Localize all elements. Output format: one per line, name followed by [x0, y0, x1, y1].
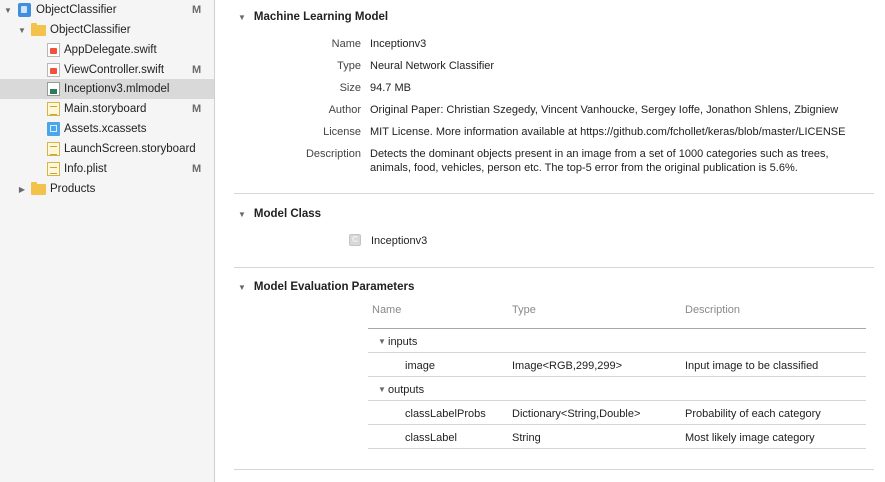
- storyboard-file-icon: [47, 142, 60, 156]
- param-name: classLabelProbs: [405, 408, 486, 420]
- property-label-license: License: [323, 126, 361, 138]
- row-divider: [368, 424, 866, 425]
- nav-item-main-storyboard[interactable]: Main.storyboard M: [0, 99, 214, 119]
- property-label-description: Description: [305, 148, 361, 160]
- swift-file-icon: [47, 43, 60, 57]
- modified-badge: M: [192, 103, 202, 115]
- mlmodel-editor: ▼ Machine Learning Model Name Inceptionv…: [216, 0, 885, 482]
- disclosure-open-icon[interactable]: ▼: [238, 13, 246, 22]
- nav-item-label: ObjectClassifier: [50, 24, 131, 36]
- plist-file-icon: [47, 162, 60, 176]
- column-header-type[interactable]: Type: [512, 304, 536, 316]
- nav-item-appdelegate[interactable]: AppDelegate.swift: [0, 40, 214, 60]
- nav-item-label: AppDelegate.swift: [64, 44, 157, 56]
- property-value-type: Neural Network Classifier: [370, 60, 495, 72]
- nav-item-label: Info.plist: [64, 163, 107, 175]
- nav-item-viewcontroller[interactable]: ViewController.swift M: [0, 60, 214, 80]
- disclosure-open-icon[interactable]: ▼: [378, 337, 386, 346]
- nav-item-info-plist[interactable]: Info.plist M: [0, 159, 214, 179]
- param-type: String: [512, 432, 541, 444]
- row-divider: [368, 400, 866, 401]
- section-title: Machine Learning Model: [253, 11, 389, 23]
- section-title: Model Class: [253, 208, 322, 220]
- nav-item-label: ViewController.swift: [64, 64, 165, 76]
- property-value-name: Inceptionv3: [370, 38, 427, 50]
- property-value-size: 94.7 MB: [370, 82, 411, 94]
- folder-icon: [31, 23, 46, 36]
- section-divider: [234, 469, 874, 470]
- mlmodel-file-icon: [47, 82, 60, 96]
- project-navigator: ▼ ObjectClassifier M ▼ ObjectClassifier …: [0, 0, 215, 482]
- table-header-divider: [368, 328, 866, 329]
- param-type: Dictionary<String,Double>: [512, 408, 641, 420]
- nav-item-label: Inceptionv3.mlmodel: [64, 83, 170, 95]
- modified-badge: M: [192, 64, 202, 76]
- disclosure-open-icon[interactable]: ▼: [3, 6, 13, 15]
- storyboard-file-icon: [47, 102, 60, 116]
- param-name: image: [405, 360, 435, 372]
- property-label-size: Size: [339, 82, 361, 94]
- modified-badge: M: [192, 163, 202, 175]
- disclosure-open-icon[interactable]: ▼: [378, 385, 386, 394]
- disclosure-open-icon[interactable]: ▼: [238, 210, 246, 219]
- property-label-name: Name: [331, 38, 361, 50]
- property-value-author: Original Paper: Christian Szegedy, Vince…: [370, 104, 839, 116]
- section-header-evaluation[interactable]: ▼ Model Evaluation Parameters: [238, 281, 414, 293]
- folder-icon: [31, 182, 46, 195]
- disclosure-open-icon[interactable]: ▼: [238, 283, 246, 292]
- nav-item-label: Products: [50, 183, 96, 195]
- asset-catalog-icon: [47, 122, 60, 136]
- property-value-license: MIT License. More information available …: [370, 126, 846, 138]
- nav-item-label: LaunchScreen.storyboard: [64, 143, 196, 155]
- group-label-outputs[interactable]: outputs: [388, 384, 424, 396]
- section-header-model-class[interactable]: ▼ Model Class: [238, 208, 321, 220]
- section-divider: [234, 193, 874, 194]
- section-divider: [234, 267, 874, 268]
- column-header-description[interactable]: Description: [685, 304, 740, 316]
- nav-item-project[interactable]: ▼ ObjectClassifier M: [0, 0, 214, 20]
- nav-item-assets[interactable]: Assets.xcassets: [0, 119, 214, 139]
- row-divider: [368, 376, 866, 377]
- modified-badge: M: [192, 4, 202, 16]
- nav-item-label: ObjectClassifier: [36, 4, 117, 16]
- disclosure-closed-icon[interactable]: ▶: [17, 185, 27, 194]
- section-title: Model Evaluation Parameters: [253, 281, 415, 293]
- property-value-description: Detects the dominant objects present in …: [370, 148, 829, 160]
- nav-item-label: Assets.xcassets: [64, 123, 147, 135]
- class-icon: C: [349, 234, 361, 246]
- model-class-name[interactable]: Inceptionv3: [371, 235, 427, 247]
- column-header-name[interactable]: Name: [372, 304, 401, 316]
- group-label-inputs[interactable]: inputs: [388, 336, 417, 348]
- property-label-author: Author: [328, 104, 361, 116]
- param-name: classLabel: [405, 432, 457, 444]
- nav-item-products[interactable]: ▶ Products: [0, 179, 214, 199]
- property-value-description-line2: animals, food, vehicles, person etc. The…: [370, 162, 798, 174]
- row-divider: [368, 352, 866, 353]
- swift-file-icon: [47, 63, 60, 77]
- nav-item-inceptionv3[interactable]: Inceptionv3.mlmodel: [0, 79, 214, 99]
- row-divider: [368, 448, 866, 449]
- param-type: Image<RGB,299,299>: [512, 360, 623, 372]
- param-description: Probability of each category: [685, 408, 821, 420]
- section-header-ml-model[interactable]: ▼ Machine Learning Model: [238, 11, 388, 23]
- nav-item-launchscreen[interactable]: LaunchScreen.storyboard: [0, 139, 214, 159]
- param-description: Most likely image category: [685, 432, 815, 444]
- param-description: Input image to be classified: [685, 360, 819, 372]
- disclosure-open-icon[interactable]: ▼: [17, 26, 27, 35]
- nav-item-label: Main.storyboard: [64, 103, 147, 115]
- property-label-type: Type: [337, 60, 361, 72]
- project-icon: [18, 3, 31, 17]
- nav-item-group-objectclassifier[interactable]: ▼ ObjectClassifier: [0, 20, 214, 40]
